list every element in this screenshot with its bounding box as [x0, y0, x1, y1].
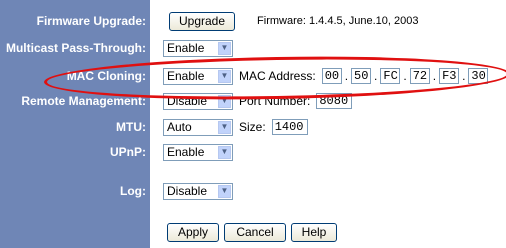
mac-octet-4[interactable]: 72 [409, 68, 430, 84]
multicast-select[interactable]: Enable ▼ [163, 39, 233, 57]
log-label: Log: [120, 184, 146, 198]
firmware-version-text: Firmware: 1.4.4.5, June.10, 2003 [257, 15, 419, 27]
mac-cloning-select[interactable]: Enable ▼ [163, 67, 233, 85]
mac-separator: . [403, 69, 407, 83]
upnp-label: UPnP: [110, 145, 146, 159]
port-number-input[interactable]: 8080 [316, 93, 353, 109]
port-number-label: Port Number: [239, 94, 311, 108]
remote-management-select[interactable]: Disable ▼ [163, 92, 233, 110]
mac-address-label: MAC Address: [239, 69, 316, 83]
remote-management-label: Remote Management: [21, 94, 146, 108]
mac-separator: . [344, 69, 349, 83]
log-select[interactable]: Disable ▼ [163, 182, 233, 200]
chevron-down-icon[interactable]: ▼ [218, 69, 231, 83]
mac-octet-2[interactable]: 50 [351, 68, 372, 84]
chevron-down-icon[interactable]: ▼ [218, 41, 231, 55]
mac-octet-1[interactable]: 00 [321, 68, 342, 84]
mac-octet-6[interactable]: 30 [468, 68, 489, 84]
upgrade-button[interactable]: Upgrade [169, 11, 236, 31]
mtu-row: MTU: Auto ▼ Size: 1400 [0, 116, 506, 138]
multicast-row: Multicast Pass-Through: Enable ▼ [0, 37, 506, 59]
log-row: Log: Disable ▼ [0, 180, 506, 202]
help-button[interactable]: Help [291, 222, 337, 242]
chevron-down-icon[interactable]: ▼ [218, 120, 231, 134]
mac-cloning-label: MAC Cloning: [66, 69, 146, 83]
upnp-select[interactable]: Enable ▼ [163, 143, 233, 161]
chevron-down-icon[interactable]: ▼ [218, 184, 231, 198]
mtu-label: MTU: [116, 120, 146, 134]
mac-separator: . [462, 69, 466, 83]
chevron-down-icon[interactable]: ▼ [218, 94, 231, 108]
multicast-pass-through-label: Multicast Pass-Through: [5, 41, 146, 55]
mac-octet-5[interactable]: F3 [439, 68, 460, 84]
mac-octet-3[interactable]: FC [380, 68, 401, 84]
upnp-row: UPnP: Enable ▼ [0, 141, 506, 163]
firmware-upgrade-label: Firmware Upgrade: [36, 14, 146, 28]
mtu-size-input[interactable]: 1400 [271, 119, 308, 135]
mac-separator: . [432, 69, 437, 83]
mtu-size-label: Size: [239, 120, 266, 134]
mtu-select[interactable]: Auto ▼ [163, 118, 233, 136]
mac-cloning-row: MAC Cloning: Enable ▼ MAC Address: 00 . … [0, 65, 506, 87]
mac-separator: . [374, 69, 378, 83]
apply-button[interactable]: Apply [167, 222, 219, 242]
remote-management-row: Remote Management: Disable ▼ Port Number… [0, 90, 506, 112]
firmware-row: Firmware Upgrade: Upgrade Firmware: 1.4.… [0, 10, 506, 32]
chevron-down-icon[interactable]: ▼ [218, 145, 231, 159]
cancel-button[interactable]: Cancel [224, 222, 286, 242]
actions-row: Apply Cancel Help [0, 221, 506, 243]
